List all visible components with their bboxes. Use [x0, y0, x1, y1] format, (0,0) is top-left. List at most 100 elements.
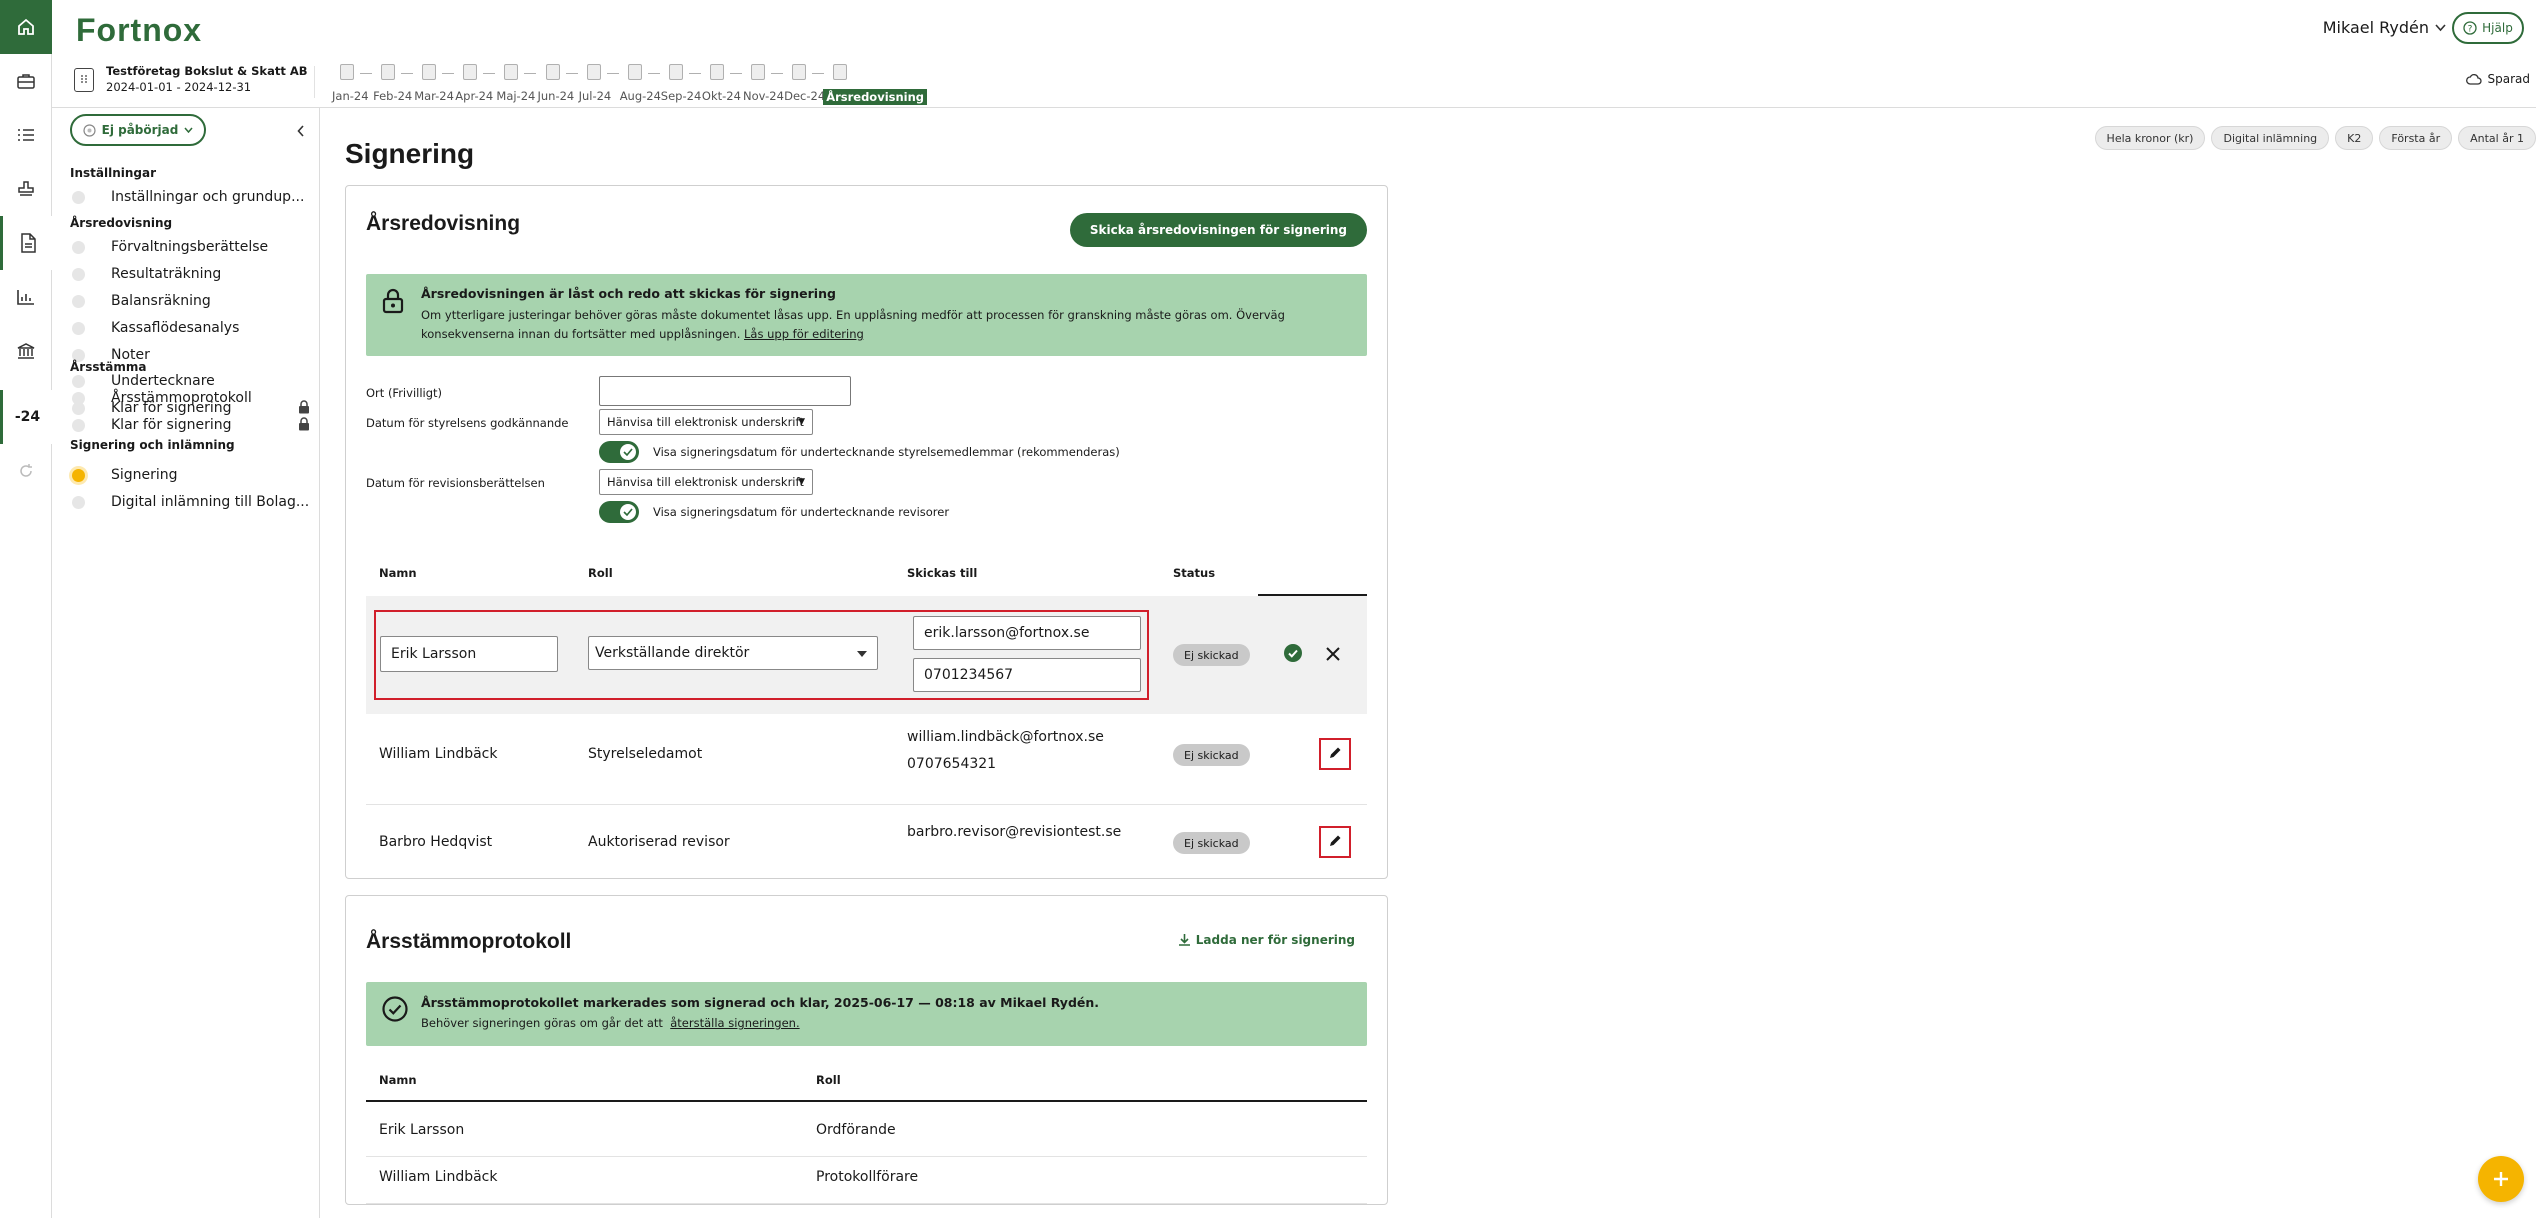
svg-text:?: ?: [2468, 25, 2473, 35]
status-dot-icon: [72, 267, 85, 281]
period-doc-icon: [668, 64, 683, 80]
sidebar-item[interactable]: Balansräkning: [70, 290, 320, 312]
status-dot-icon: [72, 240, 85, 254]
period-label: Maj-24: [496, 89, 536, 103]
bank-icon[interactable]: [0, 324, 52, 378]
help-label: Hjälp: [2482, 21, 2513, 35]
fortnox-logo[interactable]: Fortnox: [76, 12, 202, 49]
send-for-signing-button[interactable]: Skicka årsredovisningen för signering: [1069, 213, 1367, 247]
status-icon: [83, 123, 96, 137]
signer-phone: 0707654321: [907, 756, 997, 772]
home-icon[interactable]: [0, 0, 52, 54]
checklist-icon[interactable]: [0, 108, 52, 162]
status-label: Ej påbörjad: [101, 123, 179, 137]
unlock-link[interactable]: Lås upp för editering: [744, 327, 864, 341]
sidebar-item[interactable]: Klar för signering: [70, 414, 320, 436]
setting-tag[interactable]: Digital inlämning: [2211, 126, 2330, 150]
col-role: Roll: [588, 566, 613, 580]
sidebar-item[interactable]: Årsstämmoprotokoll: [70, 387, 320, 409]
signer-email-input[interactable]: erik.larsson@fortnox.se: [913, 616, 1141, 650]
signer-phone-input[interactable]: 0701234567: [913, 658, 1141, 692]
briefcase-icon[interactable]: [0, 54, 52, 108]
status-dot-icon: [72, 391, 85, 405]
period-doc-icon: [586, 64, 601, 80]
add-button[interactable]: [2478, 1156, 2524, 1202]
board-signing-date-toggle[interactable]: [599, 441, 639, 463]
period-connector: [647, 73, 660, 74]
attendee-role: Ordförande: [816, 1122, 896, 1138]
period-bar: Testföretag Bokslut & Skatt AB 2024-01-0…: [52, 56, 2536, 108]
edit-signer-button[interactable]: [1319, 826, 1351, 858]
company-selector[interactable]: Testföretag Bokslut & Skatt AB 2024-01-0…: [74, 64, 308, 96]
refresh-icon[interactable]: [0, 444, 52, 498]
board-date-select[interactable]: Hänvisa till elektronisk underskrift ▼: [599, 409, 813, 435]
sidebar-item[interactable]: Signering: [70, 464, 320, 486]
period-connector: [771, 73, 783, 74]
period-doc-icon: [751, 64, 765, 80]
document-icon[interactable]: [0, 216, 52, 270]
signer-role-value: Verkställande direktör: [595, 645, 750, 661]
pencil-icon: [1328, 745, 1342, 764]
signer-name: Barbro Hedqvist: [379, 834, 493, 850]
settings-tags: Hela kronor (kr) Digital inlämning K2 Först…: [2094, 126, 2536, 150]
confirm-icon[interactable]: [1284, 644, 1302, 666]
sidebar-item[interactable]: Kassaflödesanalys: [70, 317, 320, 339]
signer-role: Styrelseledamot: [588, 746, 703, 762]
company-name: Testföretag Bokslut & Skatt AB: [106, 64, 308, 78]
period-label: Aug-24: [619, 89, 661, 103]
sidebar-item[interactable]: Inställningar och grundup...: [70, 186, 320, 208]
user-menu[interactable]: Mikael Rydén: [2323, 18, 2446, 37]
chart-icon[interactable]: [0, 270, 52, 324]
period-label: Feb-24: [373, 89, 413, 103]
help-button[interactable]: ? Hjälp: [2452, 12, 2524, 44]
sidebar-item[interactable]: Resultaträkning: [70, 263, 320, 285]
setting-tag[interactable]: Första år: [2379, 126, 2453, 150]
collapse-sidebar-button[interactable]: [297, 122, 305, 141]
check-icon: [620, 504, 636, 520]
sidebar-item-label: Balansräkning: [111, 293, 211, 309]
period-connector: [812, 73, 825, 74]
status-dot-icon: [72, 190, 85, 204]
sidebar-section-title: Inställningar: [70, 166, 157, 180]
edit-signer-row: Erik Larsson Verkställande direktör erik…: [366, 596, 1367, 714]
setting-tag[interactable]: Antal år 1: [2458, 126, 2536, 150]
setting-tag[interactable]: K2: [2335, 126, 2374, 150]
status-dot-icon: [72, 418, 85, 432]
signer-role-select[interactable]: Verkställande direktör: [588, 636, 878, 670]
saved-label: Sparad: [2487, 72, 2531, 86]
setting-tag[interactable]: Hela kronor (kr): [2094, 126, 2206, 150]
attendee-name: William Lindbäck: [379, 1169, 498, 1185]
caret-down-icon: [857, 651, 867, 657]
header-rule: [366, 1100, 1367, 1102]
locked-banner: Årsredovisningen är låst och redo att sk…: [366, 274, 1367, 356]
period-doc-icon: [792, 64, 807, 80]
ort-input[interactable]: [599, 376, 851, 406]
sidebar-item[interactable]: Digital inlämning till Bolag...: [70, 491, 320, 513]
period-indicator[interactable]: -24: [0, 390, 52, 444]
close-icon[interactable]: [1326, 646, 1340, 665]
period-connector: [442, 73, 455, 74]
signer-email: barbro.revisor@revisiontest.se: [907, 824, 1122, 840]
card-title: Årsstämmoprotokoll: [366, 930, 572, 953]
period-connector: [565, 73, 578, 74]
signer-name-input[interactable]: Erik Larsson: [380, 636, 558, 672]
auditor-signing-date-toggle[interactable]: [599, 501, 639, 523]
stamp-icon[interactable]: [0, 162, 52, 216]
download-icon: [1178, 934, 1190, 946]
audit-toggle-label: Visa signeringsdatum för undertecknande …: [653, 505, 950, 519]
download-for-signing-button[interactable]: Ladda ner för signering: [1178, 933, 1355, 947]
col-send-to: Skickas till: [907, 566, 978, 580]
sidebar-section-title: Årsredovisning: [70, 216, 173, 230]
sidebar-item-label: Årsstämmoprotokoll: [111, 390, 252, 406]
download-label: Ladda ner för signering: [1195, 933, 1355, 947]
status-dropdown[interactable]: Ej påbörjad: [70, 114, 206, 146]
audit-date-select[interactable]: Hänvisa till elektronisk underskrift ▼: [599, 469, 813, 495]
sidebar-item[interactable]: Förvaltningsberättelse: [70, 236, 320, 258]
chevron-left-icon: [297, 125, 304, 137]
edit-signer-button[interactable]: [1319, 738, 1351, 770]
sidebar-item-label: Digital inlämning till Bolag...: [111, 494, 310, 510]
reset-signing-link[interactable]: återställa signeringen.: [670, 1016, 799, 1030]
period-connector: [606, 73, 619, 74]
col-name: Namn: [379, 566, 417, 580]
signed-banner: Årsstämmoprotokollet markerades som sign…: [366, 982, 1367, 1046]
